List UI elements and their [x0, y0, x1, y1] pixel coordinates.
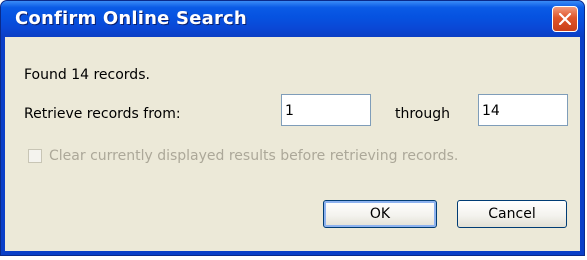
- through-record-input[interactable]: [478, 94, 568, 126]
- cancel-button[interactable]: Cancel: [457, 200, 567, 228]
- close-icon: [559, 13, 571, 25]
- dialog-body: Found 14 records. Retrieve records from:…: [5, 37, 580, 251]
- retrieve-from-label: Retrieve records from:: [24, 106, 181, 122]
- ok-button[interactable]: OK: [323, 200, 437, 228]
- clear-results-label: Clear currently displayed results before…: [49, 148, 459, 164]
- title-bar[interactable]: Confirm Online Search: [1, 1, 584, 37]
- window-title: Confirm Online Search: [15, 8, 247, 29]
- close-button[interactable]: [552, 6, 578, 32]
- confirm-online-search-dialog: Confirm Online Search Found 14 records. …: [0, 0, 585, 256]
- clear-results-checkbox[interactable]: [28, 149, 42, 163]
- through-label: through: [395, 106, 451, 122]
- found-records-text: Found 14 records.: [24, 67, 150, 83]
- from-record-input[interactable]: [281, 94, 371, 126]
